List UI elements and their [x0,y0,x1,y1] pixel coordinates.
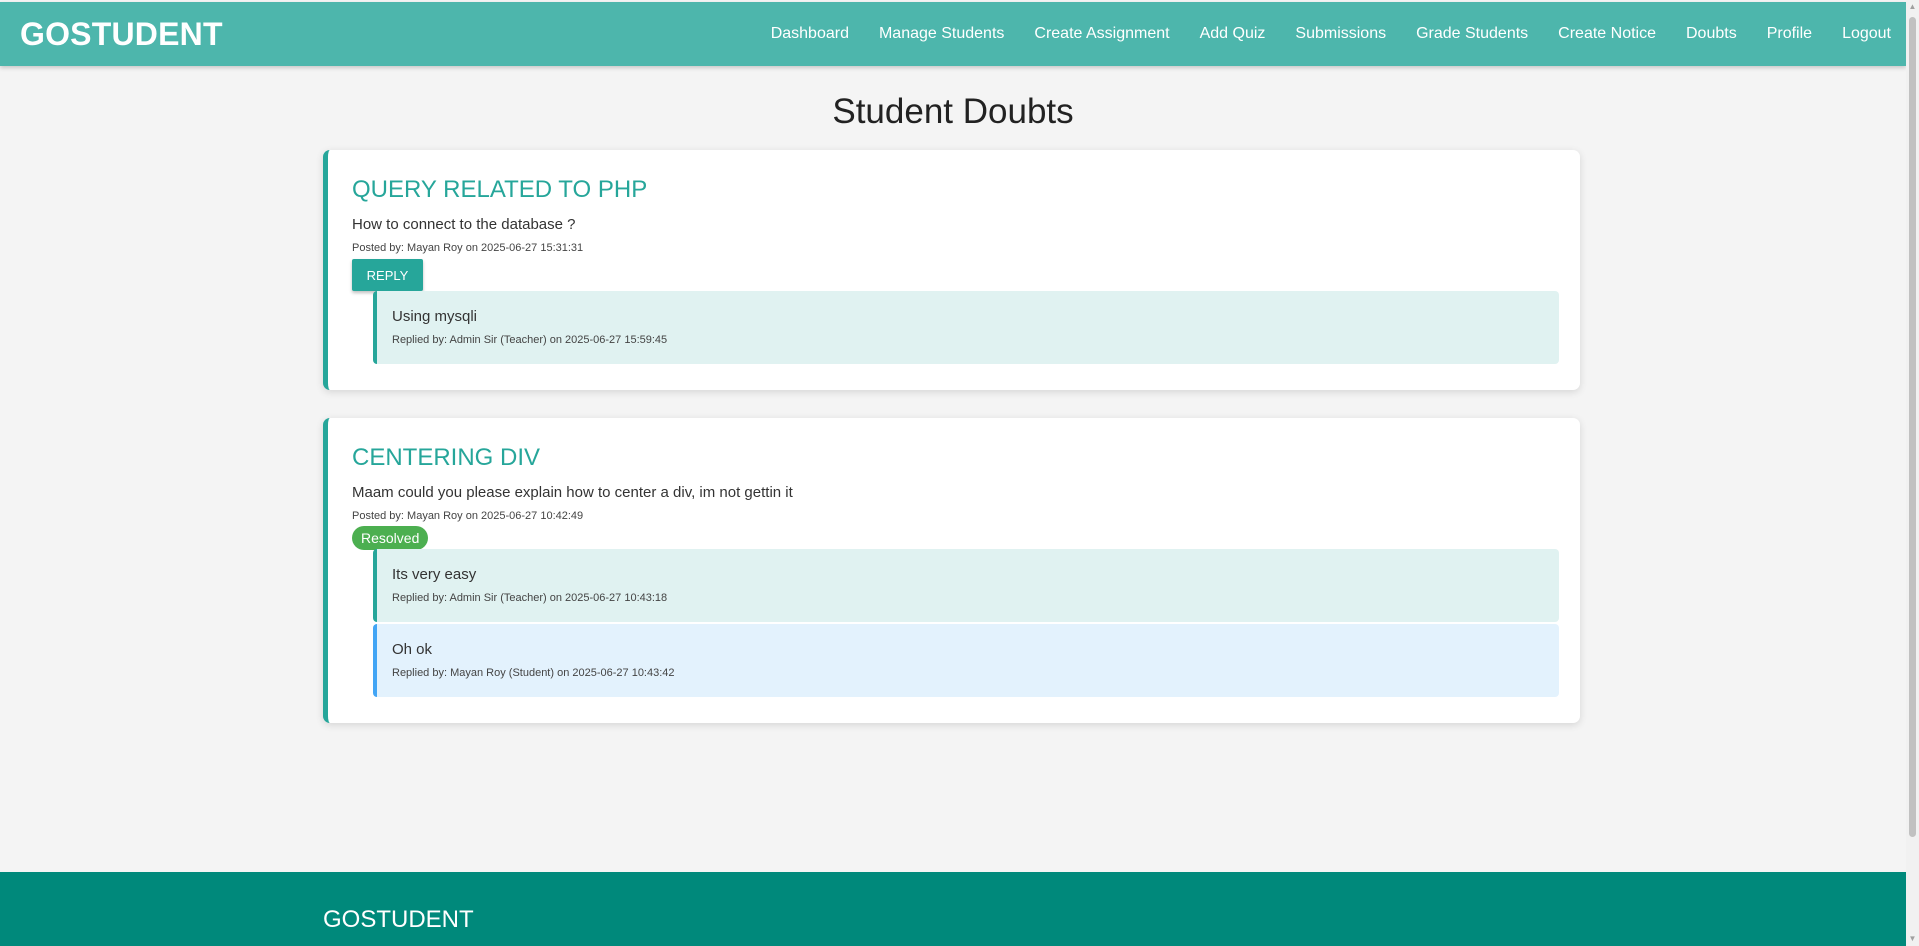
doubt-card: CENTERING DIV Maam could you please expl… [323,418,1580,723]
reply-button[interactable]: REPLY [352,259,423,291]
nav-doubts[interactable]: Doubts [1686,25,1737,43]
scroll-up-arrow-icon[interactable]: ▲ [1906,0,1919,14]
reply-meta: Replied by: Mayan Roy (Student) on 2025-… [392,667,675,679]
nav-grade-students[interactable]: Grade Students [1416,25,1528,43]
nav-dashboard[interactable]: Dashboard [771,25,849,43]
footer-brand: GOSTUDENT [323,906,474,933]
page-title: Student Doubts [832,92,1074,131]
doubt-title: QUERY RELATED TO PHP [352,176,648,203]
brand-logo[interactable]: GOSTUDENT [20,16,223,53]
teacher-reply: Its very easy Replied by: Admin Sir (Tea… [373,549,1559,622]
doubt-meta: Posted by: Mayan Roy on 2025-06-27 10:42… [352,510,584,522]
reply-text: Oh ok [392,641,433,658]
student-reply: Oh ok Replied by: Mayan Roy (Student) on… [373,624,1559,697]
nav-logout[interactable]: Logout [1842,25,1891,43]
reply-meta: Replied by: Admin Sir (Teacher) on 2025-… [392,334,668,346]
reply-text: Using mysqli [392,308,478,325]
nav-create-assignment[interactable]: Create Assignment [1034,25,1169,43]
top-navbar: GOSTUDENT Dashboard Manage Students Crea… [0,2,1906,66]
doubt-title: CENTERING DIV [352,444,541,471]
doubt-meta: Posted by: Mayan Roy on 2025-06-27 15:31… [352,242,584,254]
scrollbar-thumb[interactable] [1909,17,1916,837]
doubt-question: Maam could you please explain how to cen… [352,484,793,501]
scroll-down-arrow-icon[interactable]: ▼ [1906,932,1919,946]
nav-add-quiz[interactable]: Add Quiz [1200,25,1266,43]
footer: GOSTUDENT [0,872,1906,946]
doubt-question: How to connect to the database ? [352,216,576,233]
nav-manage-students[interactable]: Manage Students [879,25,1004,43]
nav-profile[interactable]: Profile [1767,25,1812,43]
teacher-reply: Using mysqli Replied by: Admin Sir (Teac… [373,291,1559,364]
nav-create-notice[interactable]: Create Notice [1558,25,1656,43]
doubt-card: QUERY RELATED TO PHP How to connect to t… [323,150,1580,390]
nav-submissions[interactable]: Submissions [1295,25,1386,43]
page-scrollbar[interactable]: ▲ ▼ [1906,0,1919,946]
main-nav: Dashboard Manage Students Create Assignm… [741,2,1891,66]
reply-text: Its very easy [392,566,477,583]
resolved-status-badge: Resolved [352,526,429,550]
reply-meta: Replied by: Admin Sir (Teacher) on 2025-… [392,592,668,604]
